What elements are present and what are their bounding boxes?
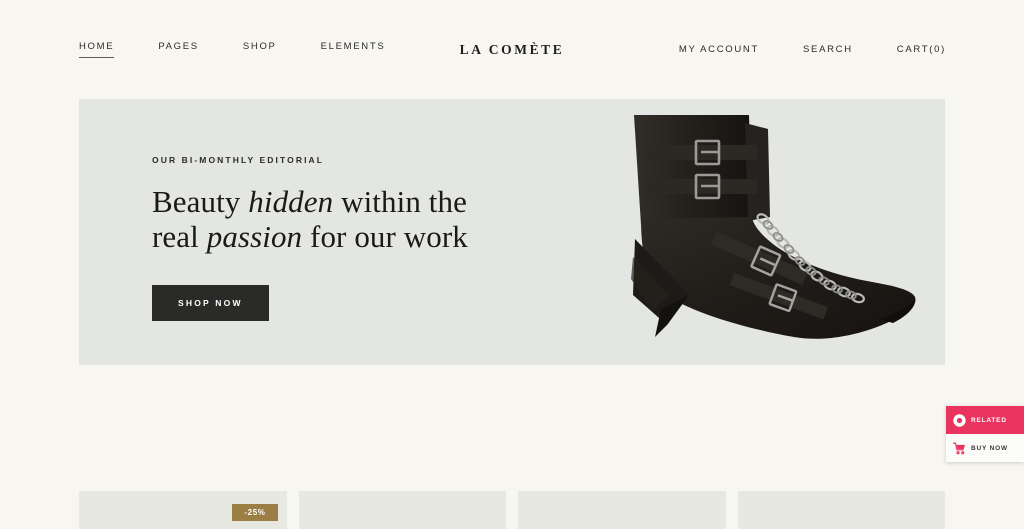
nav-item-search[interactable]: SEARCH bbox=[803, 44, 853, 60]
nav-item-my-account[interactable]: MY ACCOUNT bbox=[679, 44, 759, 60]
hero-copy: OUR BI-MONTHLY EDITORIAL Beauty hidden w… bbox=[152, 155, 552, 322]
hero-headline: Beauty hidden within the real passion fo… bbox=[152, 184, 552, 254]
hero-product-image bbox=[549, 99, 945, 365]
shopping-cart-icon bbox=[953, 442, 966, 455]
headline-text-1: Beauty bbox=[152, 184, 249, 219]
utility-navigation: MY ACCOUNT SEARCH CART(0) bbox=[679, 44, 946, 60]
related-label: RELATED bbox=[971, 416, 1007, 424]
floating-action-widget: RELATED BUY NOW bbox=[946, 406, 1024, 462]
hero-banner: OUR BI-MONTHLY EDITORIAL Beauty hidden w… bbox=[79, 99, 945, 365]
buy-now-label: BUY NOW bbox=[971, 444, 1008, 452]
headline-text-4: for our work bbox=[302, 218, 468, 254]
page-root: HOME PAGES SHOP ELEMENTS LA COMÈTE MY AC… bbox=[0, 0, 1024, 529]
boot-illustration bbox=[631, 115, 916, 339]
product-card[interactable]: -25% bbox=[79, 491, 287, 529]
headline-italic-2: passion bbox=[206, 218, 303, 254]
product-card[interactable] bbox=[298, 491, 506, 529]
nav-item-cart[interactable]: CART(0) bbox=[897, 44, 946, 60]
hero-eyebrow: OUR BI-MONTHLY EDITORIAL bbox=[152, 155, 325, 165]
buy-now-button[interactable]: BUY NOW bbox=[946, 434, 1024, 462]
record-circle-icon bbox=[953, 413, 966, 427]
product-card-row: -25% bbox=[79, 491, 945, 529]
headline-text-2: within the bbox=[333, 184, 467, 219]
headline-italic-1: hidden bbox=[248, 184, 334, 219]
related-button[interactable]: RELATED bbox=[946, 406, 1024, 434]
product-card[interactable] bbox=[518, 491, 726, 529]
shop-now-button[interactable]: SHOP NOW bbox=[152, 285, 269, 322]
product-card[interactable] bbox=[737, 491, 945, 529]
discount-badge: -25% bbox=[232, 504, 278, 521]
headline-text-3: real bbox=[152, 218, 207, 254]
site-header: HOME PAGES SHOP ELEMENTS LA COMÈTE MY AC… bbox=[0, 0, 1024, 99]
